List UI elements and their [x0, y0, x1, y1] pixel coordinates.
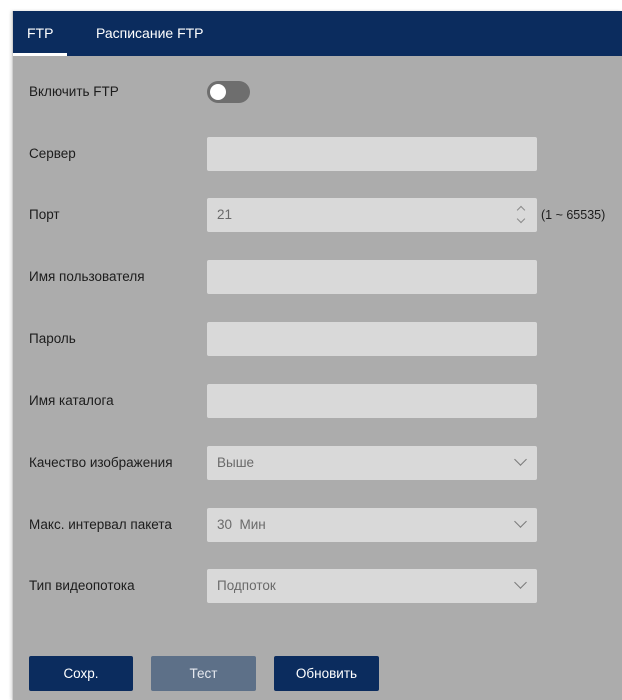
port-range-hint: (1 ~ 65535)	[541, 208, 606, 222]
server-row: Сервер	[13, 137, 622, 171]
stream-type-select[interactable]: Подпоток	[207, 569, 537, 603]
stream-type-row: Тип видеопотока Подпоток	[13, 569, 622, 603]
enable-ftp-label: Включить FTP	[29, 84, 119, 99]
refresh-button[interactable]: Обновить	[274, 656, 379, 691]
stream-type-label: Тип видеопотока	[29, 578, 135, 593]
chevron-down-icon	[514, 453, 527, 466]
tab-ftp-schedule[interactable]: Расписание FTP	[96, 11, 204, 56]
port-value: 21	[217, 207, 233, 222]
tab-ftp[interactable]: FTP	[13, 11, 68, 56]
save-button[interactable]: Сохр.	[29, 656, 133, 691]
port-input[interactable]: 21	[207, 198, 537, 232]
port-spinner[interactable]	[516, 203, 527, 227]
password-row: Пароль	[13, 322, 622, 356]
ftp-settings-panel: FTP Расписание FTP Включить FTP Сервер П…	[12, 11, 622, 700]
chevron-down-icon	[514, 515, 527, 528]
image-quality-label: Качество изображения	[29, 455, 173, 470]
packet-interval-row: Макс. интервал пакета 30 Мин	[13, 508, 622, 542]
image-quality-row: Качество изображения Выше	[13, 446, 622, 480]
directory-label: Имя каталога	[29, 393, 114, 408]
image-quality-value: Выше	[217, 455, 255, 470]
password-input[interactable]	[207, 322, 537, 356]
server-label: Сервер	[29, 146, 76, 161]
port-row: Порт 21 (1 ~ 65535)	[13, 198, 622, 232]
packet-interval-value: 30 Мин	[217, 517, 266, 532]
spin-down-icon[interactable]	[516, 214, 526, 224]
username-label: Имя пользователя	[29, 269, 145, 284]
directory-input[interactable]	[207, 384, 537, 418]
chevron-down-icon	[514, 576, 527, 589]
username-row: Имя пользователя	[13, 260, 622, 294]
enable-ftp-toggle[interactable]	[207, 81, 250, 103]
spin-up-icon[interactable]	[516, 205, 526, 215]
directory-row: Имя каталога	[13, 384, 622, 418]
server-input[interactable]	[207, 137, 537, 171]
packet-interval-label: Макс. интервал пакета	[29, 517, 172, 532]
tab-bar: FTP Расписание FTP	[13, 11, 622, 56]
stream-type-value: Подпоток	[217, 578, 276, 593]
test-button[interactable]: Тест	[151, 656, 256, 691]
username-input[interactable]	[207, 260, 537, 294]
enable-ftp-row: Включить FTP	[13, 75, 622, 109]
image-quality-select[interactable]: Выше	[207, 446, 537, 480]
packet-interval-select[interactable]: 30 Мин	[207, 508, 537, 542]
port-label: Порт	[29, 207, 60, 222]
password-label: Пароль	[29, 331, 76, 346]
toggle-knob	[210, 84, 226, 100]
